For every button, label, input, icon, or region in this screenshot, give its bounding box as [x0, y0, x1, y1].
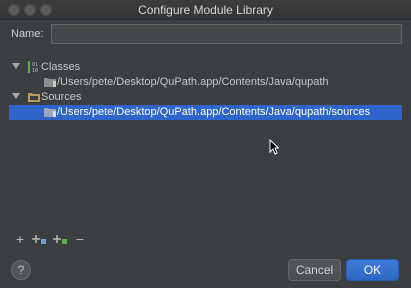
library-tree[interactable]: 01 10 Classes /Users/pete/Desktop/QuPath… — [9, 54, 402, 228]
add-sources-icon — [53, 235, 67, 244]
remove-button[interactable]: − — [72, 232, 88, 246]
folder-jar-icon — [43, 106, 57, 121]
svg-text:10: 10 — [32, 68, 38, 74]
ok-button[interactable]: OK — [346, 259, 399, 281]
tree-path-label: /Users/pete/Desktop/QuPath.app/Contents/… — [57, 106, 371, 118]
mouse-pointer-icon — [269, 138, 280, 158]
tree-path-classes[interactable]: /Users/pete/Desktop/QuPath.app/Contents/… — [9, 75, 402, 90]
tree-node-sources[interactable]: Sources — [9, 90, 402, 105]
name-label: Name: — [11, 28, 44, 40]
tree-node-label: Classes — [41, 61, 81, 73]
folder-jar-icon — [43, 76, 57, 91]
title-bar: Configure Module Library — [0, 0, 411, 20]
tree-path-sources-selected[interactable]: /Users/pete/Desktop/QuPath.app/Contents/… — [9, 105, 402, 120]
add-sources-button[interactable] — [52, 232, 68, 246]
name-input[interactable] — [51, 24, 402, 44]
sources-folder-icon — [27, 91, 41, 106]
expand-triangle-icon[interactable] — [12, 93, 20, 99]
tree-node-classes[interactable]: 01 10 Classes — [9, 60, 402, 75]
tree-path-label: /Users/pete/Desktop/QuPath.app/Contents/… — [57, 76, 329, 88]
cancel-button[interactable]: Cancel — [288, 259, 341, 281]
expand-triangle-icon[interactable] — [12, 63, 20, 69]
tree-node-label: Sources — [41, 91, 82, 103]
help-button[interactable]: ? — [11, 260, 31, 280]
add-button[interactable]: + — [12, 232, 28, 246]
add-classes-button[interactable] — [31, 232, 47, 246]
add-classes-icon — [32, 235, 46, 244]
window-title: Configure Module Library — [138, 3, 273, 17]
